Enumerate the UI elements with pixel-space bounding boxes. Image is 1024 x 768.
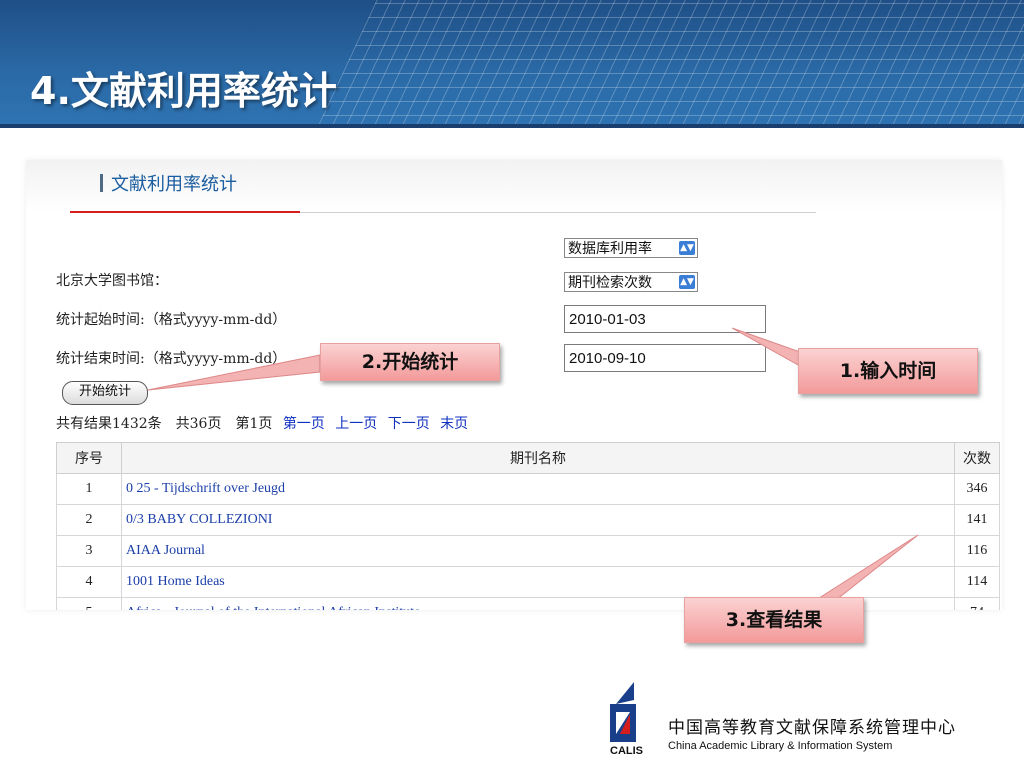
prev-page-link[interactable]: 上一页 <box>335 416 377 432</box>
table-row: 4 1001 Home Ideas 114 <box>56 566 1000 598</box>
table-header-row: 序号 期刊名称 次数 <box>56 442 1000 474</box>
next-page-link[interactable]: 下一页 <box>388 416 430 432</box>
type-select-value: 数据库利用率 <box>568 241 652 257</box>
row-journal-link[interactable]: AIAA Journal <box>121 535 955 567</box>
row-count: 116 <box>954 535 1000 567</box>
row-journal-link[interactable]: 0 25 - Tijdschrift over Jeugd <box>121 473 955 505</box>
end-date-input[interactable] <box>564 344 766 372</box>
table-row: 3 AIAA Journal 116 <box>56 535 1000 567</box>
select-arrows-icon: ▲▼ <box>679 275 695 289</box>
result-summary: 共有结果1432条 共36页 第1页 <box>56 416 273 432</box>
row-count: 141 <box>954 504 1000 536</box>
row-count: 74 <box>954 597 1000 610</box>
calis-logo-icon <box>610 682 636 742</box>
results-table: 序号 期刊名称 次数 1 0 25 - Tijdschrift over Jeu… <box>56 442 1000 610</box>
type-select[interactable]: 数据库利用率 ▲▼ <box>564 238 698 258</box>
tab-stats[interactable]: 文献利用率统计 <box>100 170 237 196</box>
metric-select-value: 期刊检索次数 <box>568 275 652 291</box>
tab-marker-icon <box>100 174 103 192</box>
metric-select[interactable]: 期刊检索次数 ▲▼ <box>564 272 698 292</box>
callout-input: 1.输入时间 <box>798 348 978 394</box>
table-row: 2 0/3 BABY COLLEZIONI 141 <box>56 504 1000 536</box>
col-header-no: 序号 <box>56 442 122 474</box>
col-header-count: 次数 <box>954 442 1000 474</box>
end-date-label: 统计结束时间:（格式yyyy-mm-dd） <box>56 351 287 367</box>
row-no: 3 <box>56 535 122 567</box>
slide-title: 4.文献利用率统计 <box>30 69 337 113</box>
row-journal-link[interactable]: 1001 Home Ideas <box>121 566 955 598</box>
tab-stats-label: 文献利用率统计 <box>111 174 237 195</box>
row-count: 346 <box>954 473 1000 505</box>
callout-view: 3.查看结果 <box>684 597 864 643</box>
row-no: 5 <box>56 597 122 610</box>
tab-active-underline <box>70 211 300 213</box>
row-count: 114 <box>954 566 1000 598</box>
start-stats-button[interactable]: 开始统计 <box>62 381 148 405</box>
row-no: 4 <box>56 566 122 598</box>
row-journal-link[interactable]: 0/3 BABY COLLEZIONI <box>121 504 955 536</box>
start-date-input[interactable] <box>564 305 766 333</box>
callout-start: 2.开始统计 <box>320 343 500 381</box>
last-page-link[interactable]: 末页 <box>440 416 468 432</box>
col-header-name: 期刊名称 <box>121 442 955 474</box>
table-row: 1 0 25 - Tijdschrift over Jeugd 346 <box>56 473 1000 505</box>
first-page-link[interactable]: 第一页 <box>283 416 325 432</box>
select-arrows-icon: ▲▼ <box>679 241 695 255</box>
start-date-label: 统计起始时间:（格式yyyy-mm-dd） <box>56 312 287 328</box>
library-label: 北京大学图书馆： <box>56 273 168 289</box>
tab-divider <box>300 212 816 213</box>
logo-wordmark: CALIS <box>610 745 643 757</box>
org-name-en: China Academic Library & Information Sys… <box>668 740 893 752</box>
pagination: 共有结果1432条 共36页 第1页 第一页 上一页 下一页 末页 <box>56 413 468 433</box>
row-no: 1 <box>56 473 122 505</box>
row-no: 2 <box>56 504 122 536</box>
org-name-cn: 中国高等教育文献保障系统管理中心 <box>668 718 956 738</box>
